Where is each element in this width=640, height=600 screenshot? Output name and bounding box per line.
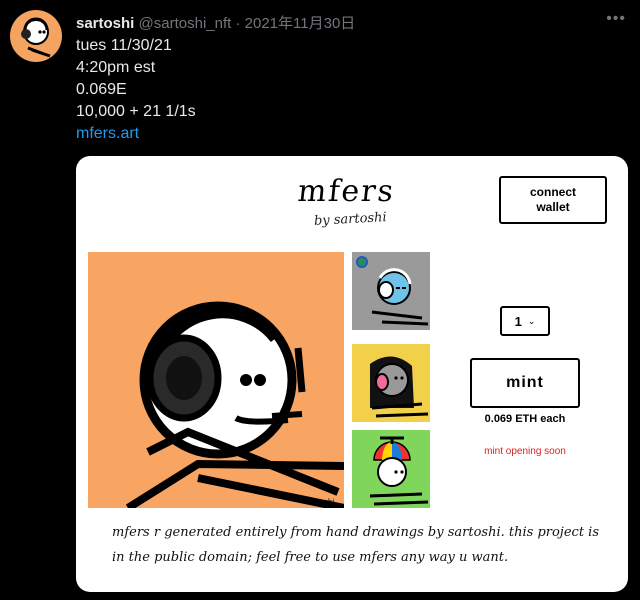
- tweet-line: tues 11/30/21: [76, 37, 172, 54]
- price-label: 0.069 ETH each: [484, 413, 566, 425]
- tweet-header: sartoshi @sartoshi_nft · 2021年11月30日: [76, 12, 355, 33]
- connect-wallet-button[interactable]: connect wallet: [499, 176, 607, 224]
- byline: by sartoshi: [313, 210, 388, 229]
- author-handle[interactable]: @sartoshi_nft: [139, 15, 232, 32]
- mint-status: mint opening soon: [484, 446, 566, 457]
- tweet-body: tues 11/30/21 4:20pm est 0.069E 10,000 +…: [76, 35, 196, 145]
- header-separator: ·: [235, 15, 241, 32]
- hero-mfer-image: sartoshi: [88, 252, 344, 508]
- mfers-logo: mfers: [296, 174, 397, 209]
- project-description: mfers r generated entirely from hand dra…: [112, 525, 599, 565]
- tweet-line: 4:20pm est: [76, 59, 156, 76]
- tweet-date[interactable]: 2021年11月30日: [245, 15, 356, 32]
- more-icon[interactable]: •••: [606, 10, 626, 28]
- chevron-down-icon: ⌄: [527, 315, 536, 326]
- author-avatar[interactable]: [10, 10, 62, 62]
- author-name[interactable]: sartoshi: [76, 15, 134, 32]
- quantity-select[interactable]: 1 ⌄: [500, 306, 550, 336]
- media-card[interactable]: mfers by sartoshi connect wallet sartosh…: [76, 156, 628, 592]
- mfer-thumbnail: [352, 252, 430, 330]
- tweet-line: 10,000 + 21 1/1s: [76, 103, 196, 120]
- quantity-value: 1: [514, 313, 522, 329]
- tweet-line: 0.069E: [76, 81, 127, 98]
- mint-button[interactable]: mint: [470, 358, 580, 408]
- mfer-thumbnail: [352, 430, 430, 508]
- mfer-thumbnail: [352, 344, 430, 422]
- tweet-link[interactable]: mfers.art: [76, 123, 196, 145]
- hero-signature: sartoshi: [306, 498, 335, 506]
